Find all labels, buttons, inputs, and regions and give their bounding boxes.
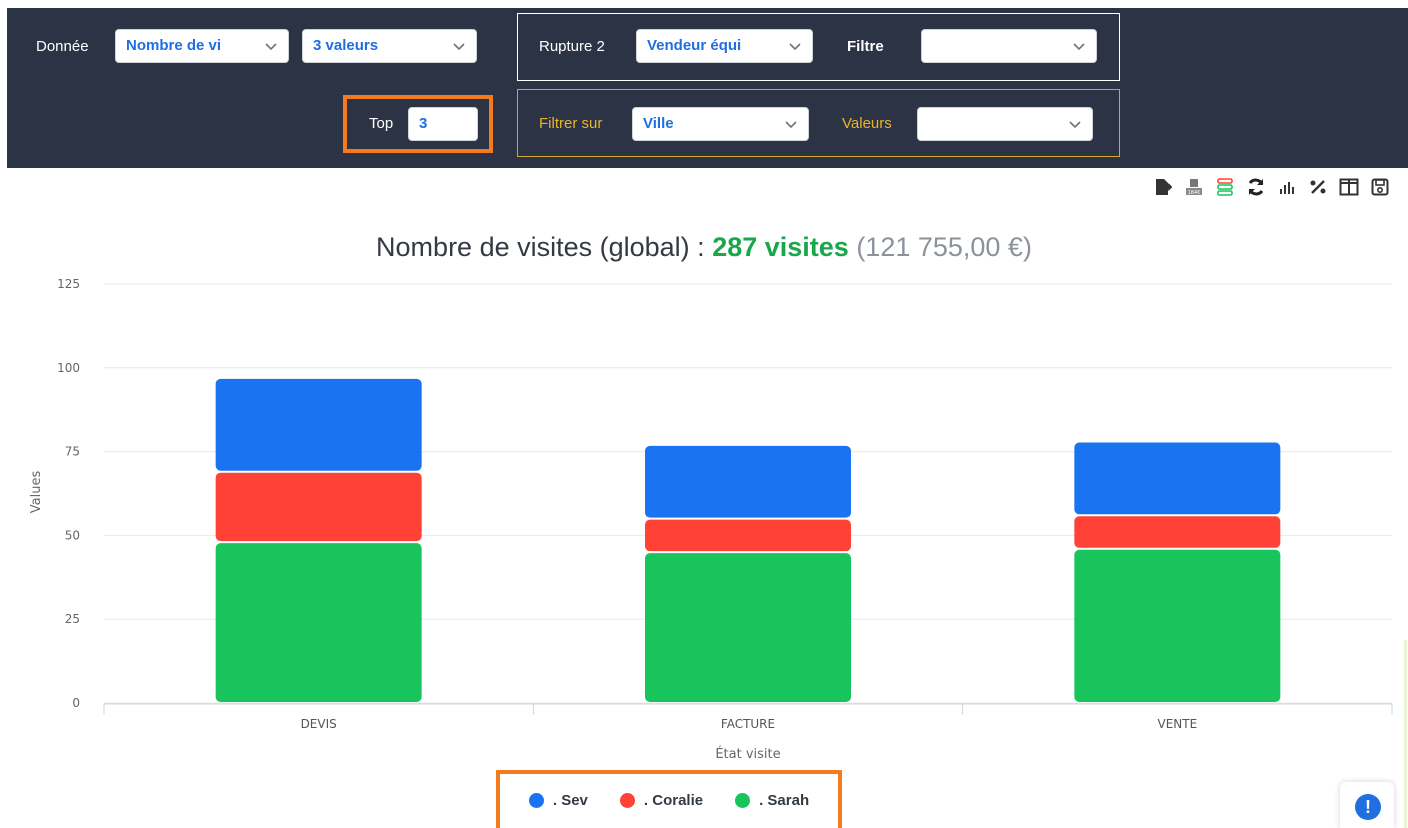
app-root: Donnée Nombre de vi 3 valeurs Rupture 2 … [0, 0, 1408, 828]
legend-dot-icon [619, 793, 635, 808]
y-tick-label: 75 [65, 445, 80, 459]
edge-decoration [1404, 640, 1407, 828]
legend-label: . Sev [552, 792, 588, 809]
stacked-bar-chart: 0 25 50 75 100 125 DEVIS FACTURE VENTE État visit… [29, 277, 1393, 762]
y-tick-label: 100 [57, 361, 80, 375]
bar-segment [215, 378, 422, 471]
y-tick-label: 0 [72, 696, 80, 710]
legend-label: . Sarah [759, 792, 810, 809]
x-tick-label: FACTURE [721, 717, 775, 731]
x-tick-label: DEVIS [301, 717, 337, 731]
x-axis-label: État visite [715, 746, 780, 762]
y-axis-label: Values [29, 471, 44, 514]
bar-segment [215, 543, 422, 702]
help-button[interactable]: ! [1340, 782, 1394, 828]
legend: . Sev . Coralie . Sarah [500, 792, 838, 809]
x-tick-label: VENTE [1157, 717, 1197, 731]
help-icon: ! [1355, 794, 1381, 820]
bar-segment [1074, 549, 1281, 702]
legend-label: . Coralie [643, 792, 704, 809]
legend-item[interactable]: . Sev [528, 792, 588, 809]
legend-item[interactable]: . Sarah [735, 792, 809, 809]
bar-segment [645, 445, 851, 518]
bar-segment [1074, 516, 1281, 548]
legend-dot-icon [735, 793, 751, 808]
legend-item[interactable]: . Coralie [619, 792, 704, 809]
legend-highlight-box: . Sev . Coralie . Sarah [496, 770, 842, 828]
y-tick-label: 25 [65, 612, 80, 626]
bar-segment [1074, 442, 1281, 515]
bar-segment [645, 519, 851, 552]
y-tick-label: 50 [65, 528, 80, 542]
legend-dot-icon [528, 793, 544, 808]
y-tick-label: 125 [57, 277, 80, 291]
bar-segment [215, 472, 422, 542]
bar-segment [645, 553, 851, 702]
